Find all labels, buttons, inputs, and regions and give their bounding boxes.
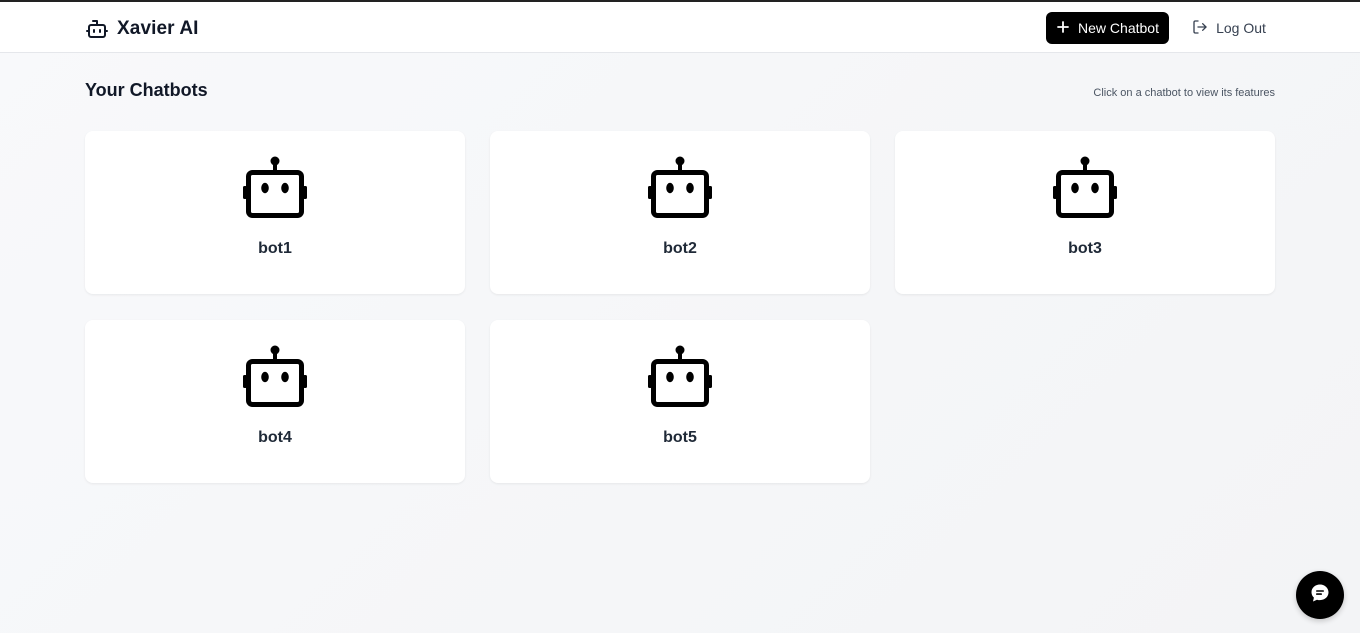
bot-icon [1053, 156, 1117, 220]
bot-icon [243, 345, 307, 409]
plus-icon [1056, 20, 1070, 37]
bot-icon [648, 345, 712, 409]
bot-icon [648, 156, 712, 220]
chatbot-card-bot2[interactable]: bot2 [490, 131, 870, 294]
chatbot-card-bot1[interactable]: bot1 [85, 131, 465, 294]
chatbot-grid: bot1 bot2 bot3 bot4 bot5 [85, 131, 1275, 483]
logout-icon [1192, 19, 1208, 38]
chatbot-card-bot4[interactable]: bot4 [85, 320, 465, 483]
new-chatbot-label: New Chatbot [1078, 20, 1159, 36]
brand-name: Xavier AI [117, 18, 199, 39]
logout-label: Log Out [1216, 20, 1266, 36]
page-hint: Click on a chatbot to view its features [1093, 87, 1275, 99]
chat-bubble-icon [1308, 581, 1332, 610]
chatbot-name: bot4 [258, 429, 292, 446]
chatbot-name: bot2 [663, 240, 697, 257]
chatbot-card-bot5[interactable]: bot5 [490, 320, 870, 483]
chatbot-name: bot5 [663, 429, 697, 446]
page-title: Your Chatbots [85, 80, 208, 100]
top-nav: Xavier AI New Chatbot Log Out [0, 2, 1360, 53]
bot-icon [243, 156, 307, 220]
logout-button[interactable]: Log Out [1186, 12, 1272, 44]
chatbot-name: bot3 [1068, 240, 1102, 257]
new-chatbot-button[interactable]: New Chatbot [1046, 12, 1169, 44]
chatbot-name: bot1 [258, 240, 292, 257]
chat-widget-button[interactable] [1296, 571, 1344, 619]
bot-icon [85, 17, 109, 41]
chatbot-card-bot3[interactable]: bot3 [895, 131, 1275, 294]
brand[interactable]: Xavier AI [85, 16, 199, 42]
